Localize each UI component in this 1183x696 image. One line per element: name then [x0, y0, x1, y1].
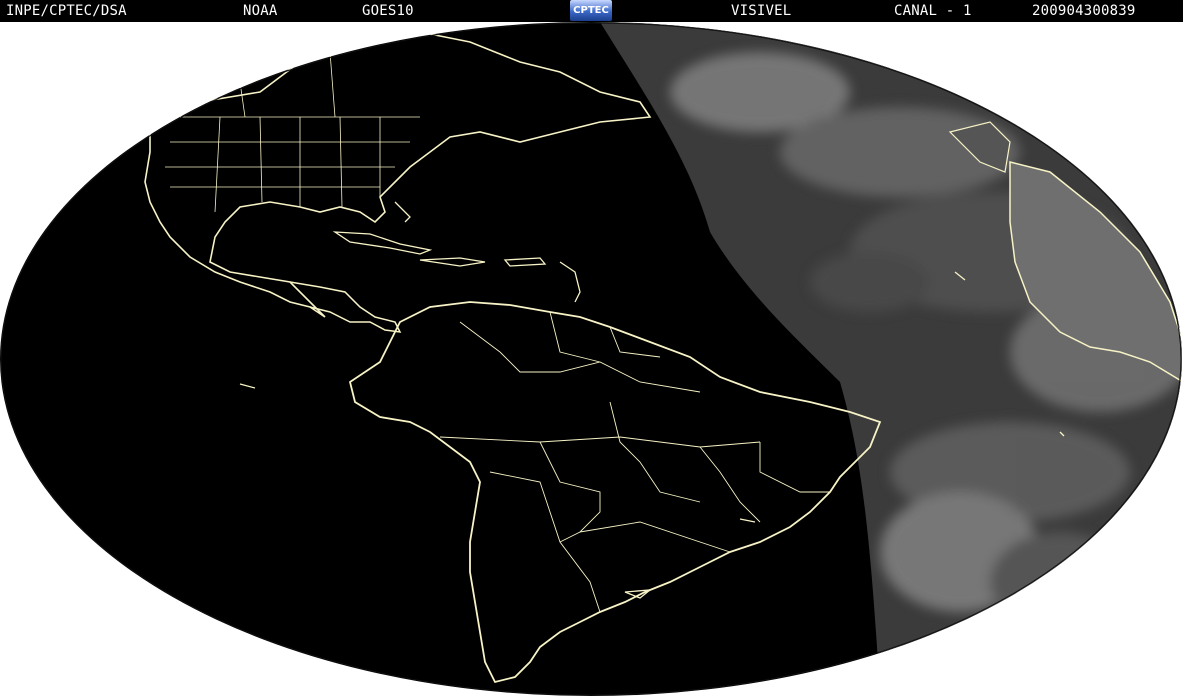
- timestamp-label: 200904300839: [1032, 3, 1136, 19]
- band-label: VISIVEL: [731, 3, 792, 19]
- image-header-bar: INPE/CPTEC/DSA NOAA GOES10 CPTEC VISIVEL…: [0, 0, 1183, 22]
- satellite-globe-map: [0, 22, 1183, 696]
- satellite-label: GOES10: [362, 3, 414, 19]
- source-label: NOAA: [243, 3, 278, 19]
- agency-label: INPE/CPTEC/DSA: [6, 3, 127, 19]
- cptec-logo: CPTEC: [570, 0, 612, 21]
- channel-label: CANAL - 1: [894, 3, 972, 19]
